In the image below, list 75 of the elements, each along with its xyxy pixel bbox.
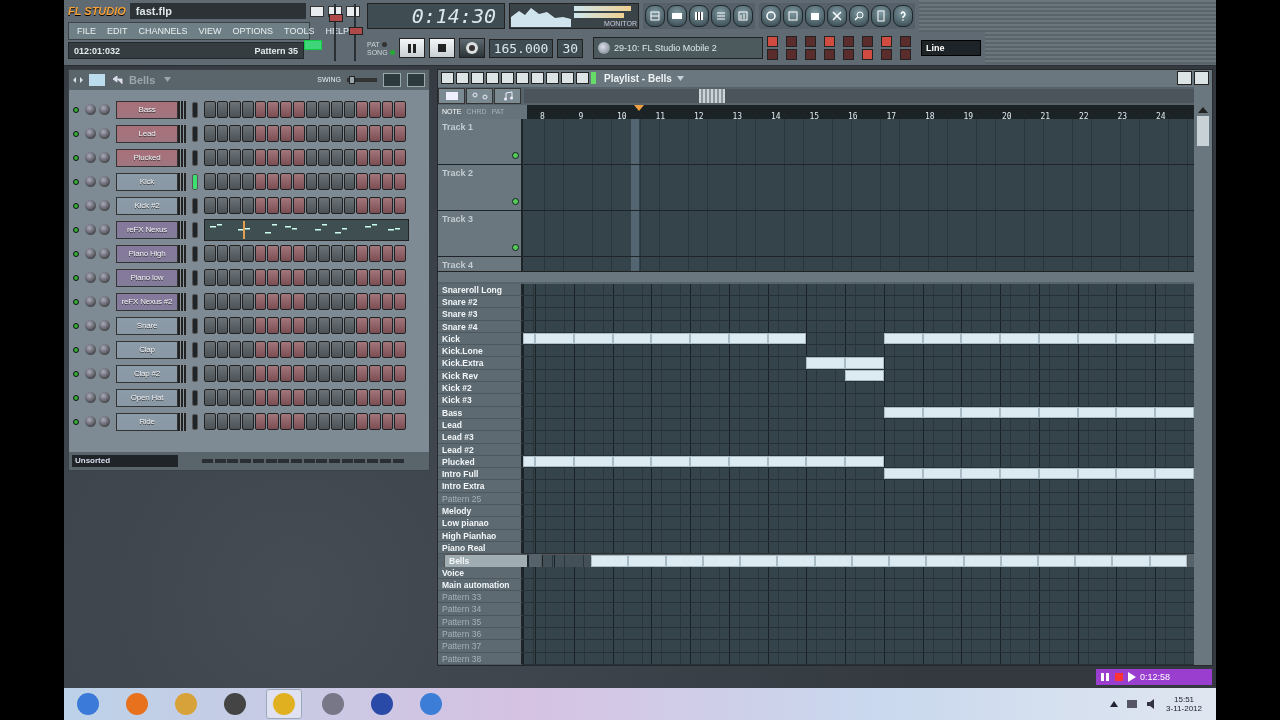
window-title: Playlist - Bells (604, 72, 672, 84)
snap-dropdown[interactable]: Line (921, 40, 982, 56)
song-time-display: 0:14:30 (367, 3, 505, 29)
app-logo: FL STUDIO (68, 5, 126, 17)
pattern-name[interactable]: Snareroll Long (438, 283, 523, 296)
pattern-selector[interactable]: Bells (129, 73, 156, 86)
bar-number: 17 (885, 111, 897, 121)
bar-number: 12 (693, 111, 704, 121)
channel-button[interactable]: Open Hat (116, 388, 178, 407)
pattern-name[interactable]: Pattern 37 (438, 640, 523, 653)
bar-number: 13 (731, 111, 743, 121)
channel-button[interactable]: Clap #2 (116, 364, 178, 383)
menu-item[interactable]: VIEW (198, 26, 222, 36)
channel-button[interactable]: Piano High (116, 244, 178, 263)
pattern-name[interactable]: Pattern 34 (438, 603, 523, 616)
channel-button[interactable]: Lead (116, 124, 178, 143)
bar-number: 23 (1116, 111, 1128, 121)
channel-button[interactable]: Ride (116, 412, 178, 431)
bar-number: 22 (1078, 111, 1089, 121)
bar-number: 21 (1039, 111, 1051, 121)
bar-number: 15 (808, 111, 820, 121)
menu-item[interactable]: TOOLS (284, 26, 315, 36)
pattern-name[interactable]: Lead #3 (438, 431, 523, 444)
song-position: 012:01:032 (74, 45, 121, 56)
pattern-name[interactable]: Kick #3 (438, 394, 523, 407)
pattern-name[interactable]: Intro Extra (438, 480, 523, 493)
channel-button[interactable]: Kick (116, 172, 178, 191)
bar-number: 20 (1001, 111, 1012, 121)
channel-filter-dropdown[interactable]: Unsorted (72, 454, 178, 467)
menu-item[interactable]: OPTIONS (232, 26, 274, 36)
file-name: fast.flp (129, 3, 306, 19)
track-name: Track 1 (442, 121, 474, 132)
channel-button[interactable]: Kick #2 (116, 196, 178, 215)
pattern-name[interactable]: Intro Full (438, 468, 523, 481)
pattern-name[interactable]: Kick.Lone (438, 345, 523, 358)
channel-button[interactable]: Clap (116, 340, 178, 359)
channel-button[interactable]: reFX Nexus #2 (116, 292, 178, 311)
channel-button[interactable]: reFX Nexus (116, 220, 178, 239)
channel-button[interactable]: Piano low (116, 268, 178, 287)
menu-item[interactable]: FILE (77, 26, 96, 36)
menu-item[interactable]: CHANNELS (138, 26, 188, 36)
taskbar-clock[interactable]: 15:51 3-11-2012 (1166, 695, 1202, 713)
pattern-name[interactable]: Kick #2 (438, 382, 523, 395)
channel-button[interactable]: Snare (116, 316, 178, 335)
channel-button[interactable]: Bass (116, 100, 178, 119)
pattern-name[interactable]: Snare #2 (438, 296, 523, 309)
bar-number: 24 (1155, 111, 1166, 121)
bar-number: 8 (539, 111, 545, 121)
track-name: Track 3 (442, 213, 474, 224)
hint-text: Pattern 35 (254, 45, 298, 56)
track-name: Track 2 (442, 167, 474, 178)
bar-number: 19 (962, 111, 974, 121)
bar-number: 18 (924, 111, 935, 121)
preset-field[interactable]: 29-10: FL Studio Mobile 2 (593, 37, 764, 59)
menu-item[interactable]: EDIT (107, 26, 128, 36)
channel-button[interactable]: Plucked (116, 148, 178, 167)
tempo-display[interactable]: 165.000 (488, 38, 554, 58)
recording-time: 0:12:58 (1140, 671, 1171, 682)
bar-number: 9 (577, 111, 584, 121)
track-header[interactable]: Track 1 (438, 118, 523, 164)
pattern-name[interactable]: Pattern 33 (438, 591, 523, 604)
pattern-name[interactable]: Kick.Extra (438, 357, 523, 370)
pattern-name[interactable]: Melody (438, 505, 523, 518)
pattern-name[interactable]: Low pianao (438, 517, 523, 530)
bar-number: 14 (770, 111, 781, 121)
pattern-name[interactable]: Snare #3 (438, 308, 523, 321)
pattern-name[interactable]: Bells (444, 554, 529, 567)
track-header[interactable]: Track 2 (438, 164, 523, 210)
bar-number: 16 (847, 111, 858, 121)
bar-number: 10 (616, 111, 627, 121)
pattern-name[interactable]: Pattern 36 (438, 628, 523, 641)
track-header[interactable]: Track 3 (438, 210, 523, 256)
pattern-number-display[interactable]: 30 (557, 38, 584, 58)
track-name: Track 4 (442, 259, 474, 270)
bar-number: 11 (654, 111, 666, 121)
